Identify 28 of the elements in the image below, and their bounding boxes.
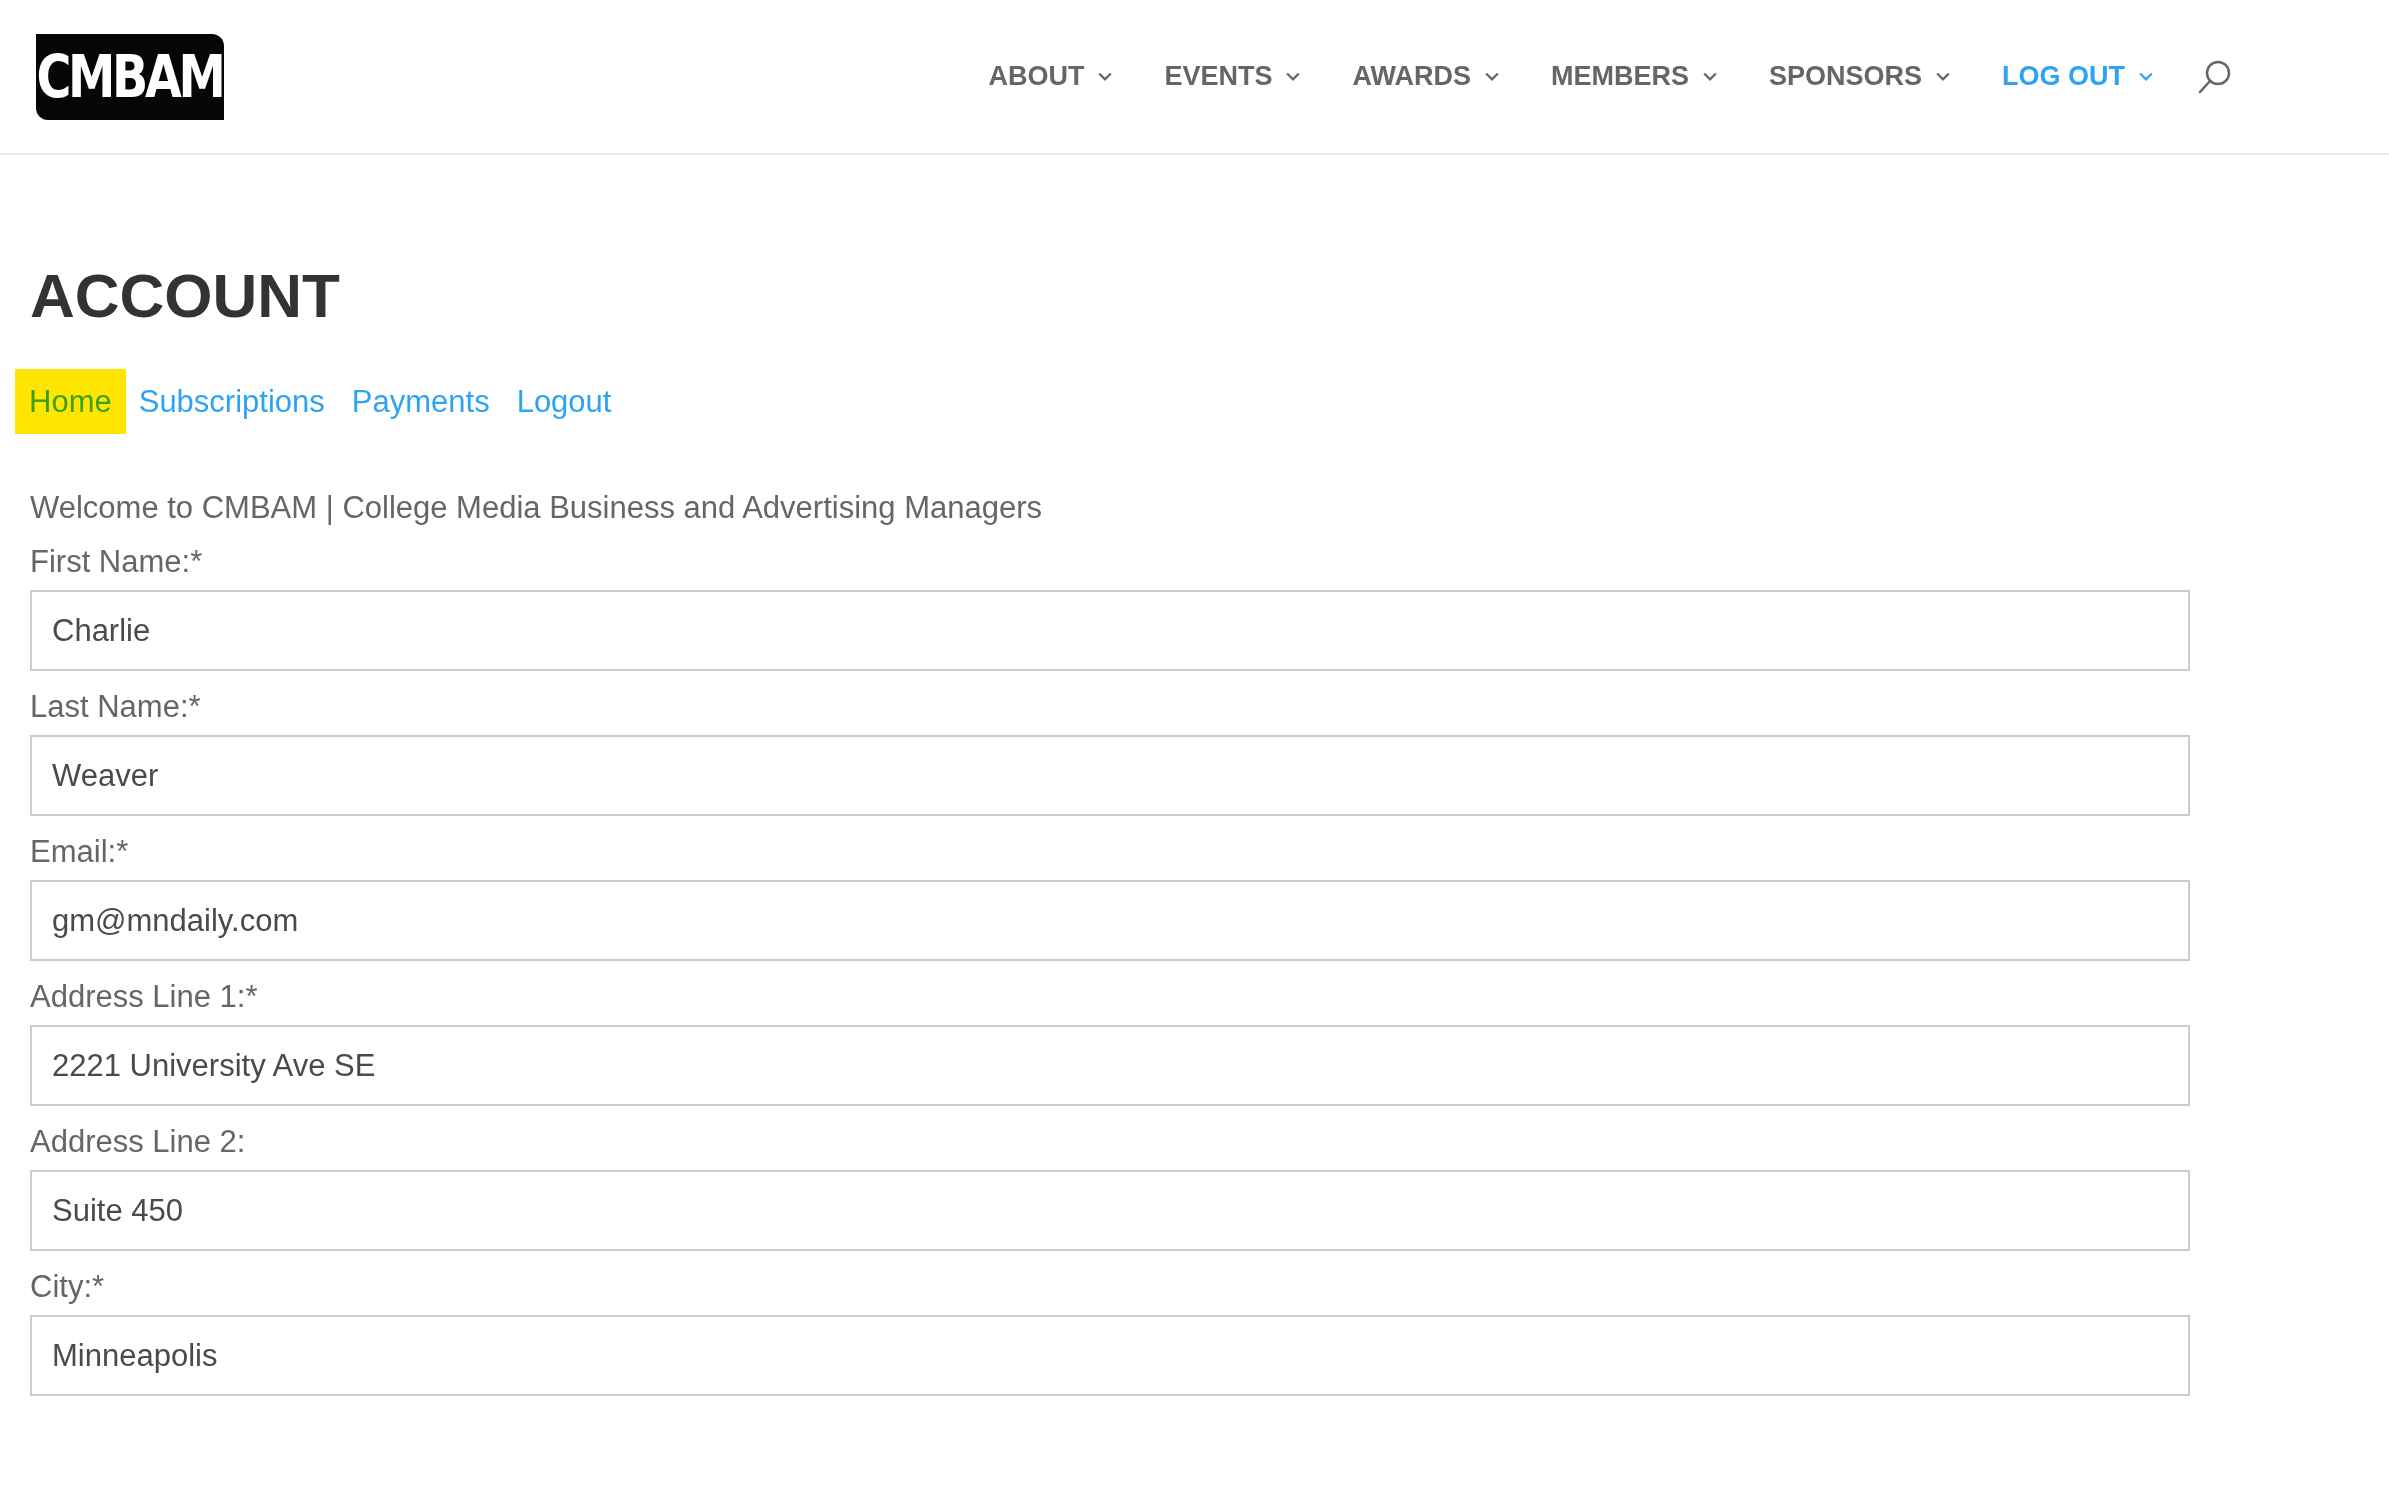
field-label: Address Line 2: [30,1124,247,1160]
chevron-down-icon [1702,71,1717,82]
page-title: ACCOUNT [30,265,341,327]
chevron-down-icon [2139,71,2153,82]
logo[interactable]: CMBAM [36,33,224,120]
welcome-text: Welcome to CMBAM | College Media Business and Advertising Managers [30,490,1043,526]
input-field[interactable]: 2221 University Ave SE [30,1025,2190,1106]
search-icon[interactable] [2197,58,2233,95]
chevron-down-icon [1936,71,1950,82]
nav-link[interactable]: EVENTS [1164,61,1301,92]
field-label: City:* [30,1269,106,1305]
field-label: Email:* [30,834,130,870]
nav-link[interactable]: MEMBERS [1550,61,1717,92]
input-field[interactable]: Minneapolis [30,1315,2190,1396]
nav-link[interactable]: ABOUT [988,61,1113,92]
logo-text: CMBAM [36,42,224,111]
chevron-down-icon [1286,71,1301,82]
field-label: First Name:* [30,544,204,580]
chevron-down-icon [1098,71,1113,82]
nav-link[interactable]: AWARDS [1352,61,1499,92]
field-label: Address Line 1:* [30,979,259,1015]
nav-link[interactable]: SPONSORS [1768,61,1950,92]
input-field[interactable]: Suite 450 [30,1170,2190,1251]
input-field[interactable]: Charlie [30,590,2190,671]
input-field[interactable]: gm@mndaily.com [30,880,2190,961]
field-label: Last Name:* [30,689,202,725]
input-field[interactable]: Weaver [30,735,2190,816]
chevron-down-icon [1484,71,1499,82]
